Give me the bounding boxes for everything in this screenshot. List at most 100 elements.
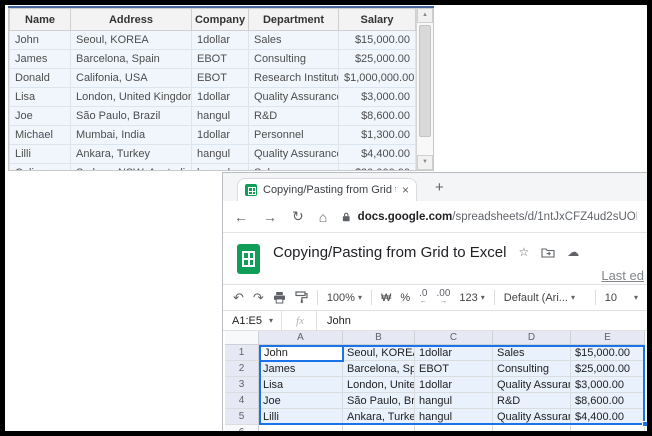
sheet-cell[interactable]: Barcelona, Spain <box>343 361 415 377</box>
grid-cell[interactable]: Quality Assurance <box>249 88 339 107</box>
scroll-down-button[interactable]: ▼ <box>417 155 433 170</box>
grid-cell[interactable]: Celine <box>10 164 71 172</box>
sheet-cell[interactable]: Ankara, Turkey <box>343 409 415 425</box>
name-box[interactable]: A1:E5 <box>223 315 269 327</box>
grid-column-header-name[interactable]: Name <box>10 9 71 31</box>
sheet-row-header-5[interactable]: 5 <box>225 409 259 425</box>
formula-input[interactable]: John <box>317 315 351 327</box>
new-tab-button[interactable]: + <box>435 179 444 196</box>
decrease-decimal-button[interactable]: .0← <box>419 290 427 306</box>
sheet-cell[interactable] <box>571 425 645 431</box>
sheet-cell[interactable] <box>259 345 343 361</box>
sheet-cell[interactable]: Consulting <box>493 361 571 377</box>
sheet-cell[interactable]: Sales <box>493 345 571 361</box>
sheet-cell[interactable] <box>259 425 343 431</box>
scroll-up-button[interactable]: ▲ <box>417 8 433 23</box>
grid-cell[interactable]: R&D <box>249 107 339 126</box>
grid-column-header-address[interactable]: Address <box>71 9 192 31</box>
redo-icon[interactable]: ↷ <box>253 290 264 306</box>
grid-vertical-scrollbar[interactable]: ▲ ▼ <box>416 8 433 170</box>
grid-cell[interactable]: James <box>10 50 71 69</box>
sheet-cell[interactable] <box>415 425 493 431</box>
browser-tab[interactable]: Copying/Pasting from Grid to E × <box>237 178 417 201</box>
sheet-column-header-a[interactable]: A <box>259 331 343 345</box>
home-icon[interactable]: ⌂ <box>319 209 327 225</box>
back-icon[interactable]: ← <box>234 209 248 225</box>
last-edit-link[interactable]: Last ed <box>601 268 644 283</box>
font-select[interactable]: Default (Ari...▾ <box>504 292 575 304</box>
grid-cell[interactable]: hangul <box>192 164 249 172</box>
grid-cell[interactable]: EBOT <box>192 69 249 88</box>
grid-cell[interactable]: $30,000.00 <box>339 164 416 172</box>
grid-cell[interactable]: 1dollar <box>192 31 249 50</box>
sheet-column-header-c[interactable]: C <box>415 331 493 345</box>
grid-column-header-salary[interactable]: Salary <box>339 9 416 31</box>
sheet-row-header-2[interactable]: 2 <box>225 361 259 377</box>
sheet-cell[interactable] <box>493 425 571 431</box>
grid-cell[interactable]: $1,300.00 <box>339 126 416 145</box>
sheet-column-header-d[interactable]: D <box>493 331 571 345</box>
sheet-cell[interactable]: 1dollar <box>415 345 493 361</box>
grid-cell[interactable]: $8,600.00 <box>339 107 416 126</box>
sheet-cell[interactable]: Lilli <box>259 409 343 425</box>
address-bar[interactable]: docs.google.com/spreadsheets/d/1ntJxCFZ4… <box>342 211 637 223</box>
document-title[interactable]: Copying/Pasting from Grid to Excel <box>273 244 506 261</box>
percent-format-button[interactable]: % <box>400 292 410 304</box>
sheet-cell[interactable]: EBOT <box>415 361 493 377</box>
grid-cell[interactable]: $15,000.00 <box>339 31 416 50</box>
grid-cell[interactable]: $4,400.00 <box>339 145 416 164</box>
sheet-corner-box[interactable] <box>225 331 259 345</box>
grid-cell[interactable]: Lisa <box>10 88 71 107</box>
cloud-status-icon[interactable]: ☁ <box>567 245 579 259</box>
currency-format-button[interactable]: ₩ <box>381 292 391 304</box>
sheet-cell[interactable]: $8,600.00 <box>571 393 645 409</box>
star-icon[interactable]: ☆ <box>518 245 529 259</box>
sheet-cell[interactable]: James <box>259 361 343 377</box>
move-to-folder-icon[interactable] <box>541 247 555 258</box>
grid-cell[interactable]: hangul <box>192 145 249 164</box>
font-size-select[interactable]: 10▾ <box>605 292 638 304</box>
name-box-dropdown-icon[interactable]: ▾ <box>269 316 273 325</box>
undo-icon[interactable]: ↶ <box>233 290 244 306</box>
sheet-cell[interactable]: London, United Kingdom <box>343 377 415 393</box>
grid-cell[interactable]: Quality Assurance <box>249 145 339 164</box>
grid-cell[interactable]: Michael <box>10 126 71 145</box>
grid-cell[interactable]: Barcelona, Spain <box>71 50 192 69</box>
print-icon[interactable] <box>273 291 286 304</box>
sheet-cell[interactable]: Quality Assurance <box>493 409 571 425</box>
grid-column-header-department[interactable]: Department <box>249 9 339 31</box>
scrollbar-thumb[interactable] <box>419 25 431 137</box>
sheet-row-header-3[interactable]: 3 <box>225 377 259 393</box>
grid-cell[interactable]: hangul <box>192 107 249 126</box>
grid-cell[interactable]: Joe <box>10 107 71 126</box>
sheet-cell[interactable]: R&D <box>493 393 571 409</box>
sheet-cell[interactable]: $25,000.00 <box>571 361 645 377</box>
zoom-select[interactable]: 100%▾ <box>327 292 362 304</box>
grid-cell[interactable]: $3,000.00 <box>339 88 416 107</box>
sheet-cell[interactable]: Seoul, KOREA <box>343 345 415 361</box>
increase-decimal-button[interactable]: .00→ <box>436 290 450 306</box>
google-sheets-logo[interactable] <box>237 244 260 274</box>
grid-cell[interactable]: $25,000.00 <box>339 50 416 69</box>
reload-icon[interactable]: ↻ <box>292 208 304 225</box>
grid-cell[interactable]: Sales <box>249 31 339 50</box>
grid-cell[interactable]: Personnel <box>249 126 339 145</box>
sheet-cell[interactable]: hangul <box>415 409 493 425</box>
grid-cell[interactable]: London, United Kingdom <box>71 88 192 107</box>
grid-cell[interactable]: Consulting <box>249 50 339 69</box>
sheet-cell[interactable]: Lisa <box>259 377 343 393</box>
grid-cell[interactable]: Research Institute <box>249 69 339 88</box>
grid-cell[interactable]: Sydney, NSW, Australia <box>71 164 192 172</box>
sheet-cell[interactable]: Joe <box>259 393 343 409</box>
sheet-column-header-e[interactable]: E <box>571 331 645 345</box>
tab-close-icon[interactable]: × <box>402 183 409 197</box>
sheet-cell[interactable]: Quality Assurance <box>493 377 571 393</box>
sheet-cell[interactable]: $4,400.00 <box>571 409 645 425</box>
grid-column-header-company[interactable]: Company <box>192 9 249 31</box>
grid-cell[interactable]: São Paulo, Brazil <box>71 107 192 126</box>
grid-cell[interactable]: EBOT <box>192 50 249 69</box>
paint-format-icon[interactable] <box>295 291 308 304</box>
sheet-column-header-b[interactable]: B <box>343 331 415 345</box>
grid-cell[interactable]: 1dollar <box>192 88 249 107</box>
sheet-cell[interactable]: 1dollar <box>415 377 493 393</box>
